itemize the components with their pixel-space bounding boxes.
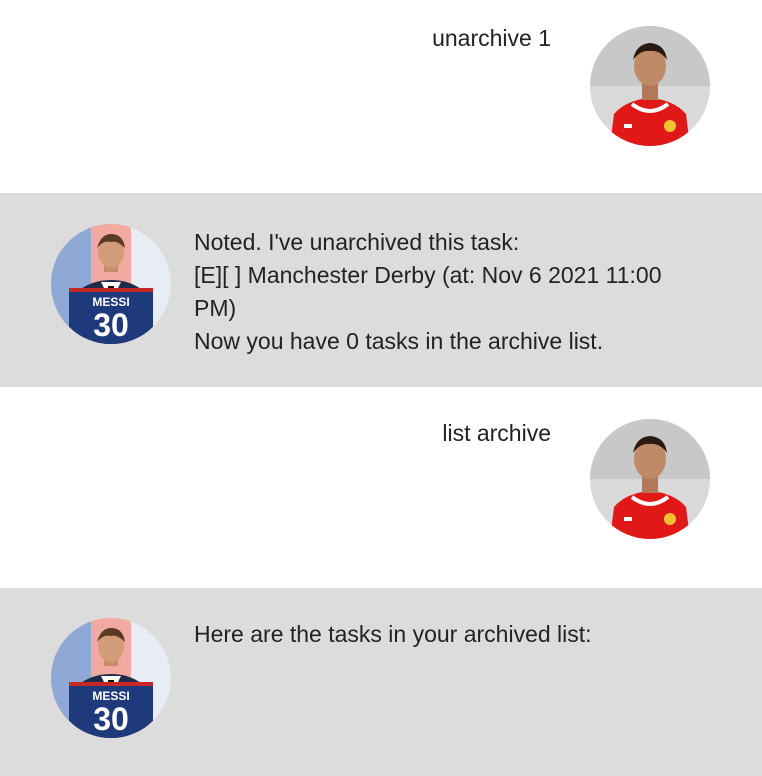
message-row-user: unarchive 1 [0, 0, 762, 193]
messi-avatar: MESSI 30 [51, 618, 171, 738]
message-text: unarchive 1 [432, 25, 551, 51]
messi-avatar-image: MESSI 30 [51, 224, 171, 344]
message-text: Noted. I've unarchived this task: [E][ ]… [194, 229, 662, 354]
message-row-bot: MESSI 30 Here are the tasks in your arch… [0, 588, 762, 776]
jersey-number: 30 [93, 307, 129, 343]
ronaldo-avatar [590, 26, 710, 146]
messi-avatar: MESSI 30 [51, 224, 171, 344]
message-row-user: list archive [0, 387, 762, 588]
message-row-bot: MESSI 30 Noted. I've unarchived this tas… [0, 193, 762, 387]
messi-avatar-image: MESSI 30 [51, 618, 171, 738]
ronaldo-avatar-image [590, 419, 710, 539]
ronaldo-avatar-image [590, 26, 710, 146]
ronaldo-avatar [590, 419, 710, 539]
message-text: list archive [442, 420, 551, 446]
jersey-number: 30 [93, 701, 129, 737]
message-text: Here are the tasks in your archived list… [194, 621, 592, 647]
